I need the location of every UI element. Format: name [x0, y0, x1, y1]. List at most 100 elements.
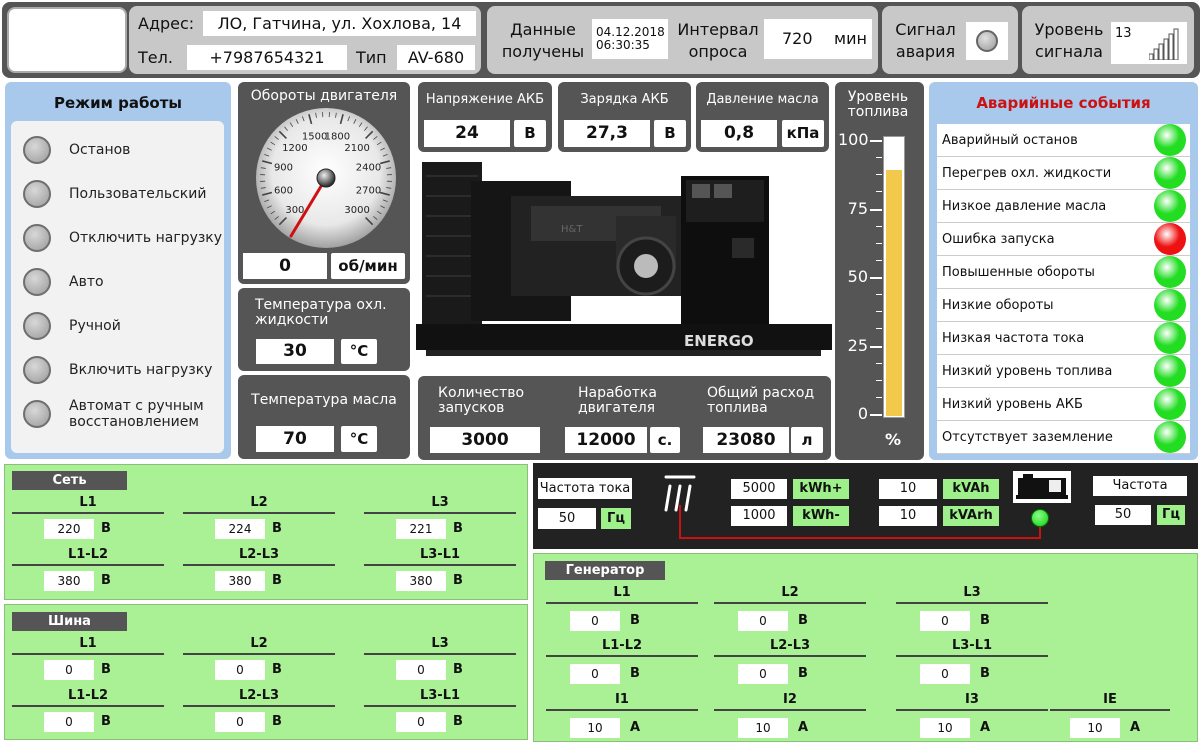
net-unit: В: [101, 521, 111, 536]
fuel-tick-mark: [870, 277, 882, 279]
generator-icon: [1013, 471, 1071, 503]
oil-temp-unit: °C: [341, 426, 377, 452]
mode-lamp[interactable]: [23, 312, 51, 340]
bus-value: 0: [44, 712, 94, 732]
rpm-gauge: 300 600 900 1200150018002100 2400 2700 3000: [256, 108, 396, 248]
event-status-led: [1154, 289, 1186, 321]
mode-option[interactable]: Пользовательский: [11, 172, 224, 216]
alarm-signal-label: Сигнал авария: [895, 20, 956, 61]
mode-option-label: Включить нагрузку: [69, 362, 213, 378]
event-status-led: [1154, 421, 1186, 453]
mode-lamp[interactable]: [23, 180, 51, 208]
battery-voltage-title: Напряжение АКБ: [425, 92, 545, 107]
net-unit: В: [453, 521, 463, 536]
phone-value: +7987654321: [187, 45, 347, 70]
mode-lamp[interactable]: [23, 136, 51, 164]
event-status-led: [1154, 256, 1186, 288]
oil-pressure-title: Давление масла: [706, 92, 819, 107]
fuel-level-title: Уровень топлива: [847, 89, 909, 120]
mode-option-label: Пользовательский: [69, 186, 207, 202]
rpm-tick-label: 600: [274, 185, 293, 196]
event-label: Низкая частота тока: [942, 330, 1085, 346]
event-row: Низкий уровень топлива: [937, 355, 1190, 388]
bus-value: 0: [396, 712, 446, 732]
mode-option[interactable]: Включить нагрузку: [11, 348, 224, 392]
rpm-tick-label: 300: [285, 205, 304, 216]
event-row: Отсутствует заземление: [937, 421, 1190, 454]
freq-right-unit: Гц: [1157, 505, 1185, 525]
starts-value: 3000: [430, 427, 540, 453]
mode-lamp[interactable]: [23, 356, 51, 384]
generator-header: L2: [714, 585, 866, 604]
generator-unit: А: [1130, 720, 1141, 735]
bus-header: L2-L3: [183, 688, 335, 707]
generator-brand: ENERGO: [684, 332, 754, 350]
net-value: 220: [44, 519, 94, 539]
generator-unit: В: [798, 666, 808, 681]
gen-status-led: [1031, 509, 1049, 527]
data-received-box: 04.12.2018 06:30:35: [592, 19, 668, 59]
generator-header: L1-L2: [546, 638, 698, 657]
fuel-tick-mark: [870, 345, 882, 348]
mode-option-label: Останов: [69, 142, 131, 158]
event-status-led: [1154, 355, 1186, 387]
generator-header: I3: [896, 692, 1048, 711]
generator-unit: А: [798, 720, 809, 735]
address-value: ЛО, Гатчина, ул. Хохлова, 14: [203, 11, 476, 36]
event-row: Повышенные обороты: [937, 256, 1190, 289]
mode-lamp[interactable]: [23, 400, 51, 428]
event-status-led: [1154, 157, 1186, 189]
fuel-tick-mark: [870, 140, 882, 142]
generator-value: 10: [738, 718, 788, 738]
freq-right-value: 50: [1095, 505, 1151, 525]
mode-lamp[interactable]: [23, 224, 51, 252]
generator-value: 0: [920, 664, 970, 684]
mode-option[interactable]: Останов: [11, 128, 224, 172]
rpm-title: Обороты двигателя: [250, 88, 398, 104]
signal-level-label: Уровень сигнала: [1034, 20, 1104, 61]
rpm-tick-label: 1200: [282, 143, 307, 154]
mode-option[interactable]: Авто: [11, 260, 224, 304]
kwh-plus-unit: kWh+: [793, 479, 849, 499]
runtime-value: 12000: [565, 427, 647, 453]
generator-unit: В: [630, 666, 640, 681]
bus-value: 0: [215, 712, 265, 732]
rpm-tick-label: 3000: [344, 205, 369, 216]
fuel-minor-tick: [876, 362, 882, 364]
generator-value: 10: [1070, 718, 1120, 738]
rpm-tick-label: 1500: [302, 131, 327, 142]
rpm-tick-label: 2700: [356, 185, 381, 196]
event-label: Повышенные обороты: [942, 264, 1095, 280]
fuel-tick-label: 0: [857, 404, 868, 423]
bus-unit: В: [101, 662, 111, 677]
generator-title: Генератор: [545, 561, 665, 580]
fuel-minor-tick: [876, 191, 882, 192]
fuel-minor-tick: [876, 379, 882, 381]
generator-header: L3-L1: [896, 638, 1048, 657]
battery-voltage-unit: В: [514, 120, 546, 147]
fuel-ticks: 100 75 50 25 0: [838, 130, 884, 430]
net-value: 221: [396, 519, 446, 539]
generator-value: 0: [570, 664, 620, 684]
fuel-tick-label: 100: [838, 130, 869, 149]
event-status-led: [1154, 124, 1186, 156]
net-header: L2-L3: [183, 547, 335, 566]
generator-unit: В: [980, 666, 990, 681]
fuel-gauge: [883, 136, 905, 418]
events-title: Аварийные события: [976, 94, 1151, 112]
bus-unit: В: [453, 714, 463, 729]
fuel-minor-tick: [876, 328, 882, 329]
mode-lamp[interactable]: [23, 268, 51, 296]
bus-unit: В: [101, 714, 111, 729]
phone-label: Тел.: [138, 48, 173, 67]
fuel-tick-label: 50: [847, 267, 868, 286]
mode-option[interactable]: Автомат с ручным восстановлением: [11, 392, 224, 436]
generator-value: 0: [738, 611, 788, 631]
mode-option[interactable]: Отключить нагрузку: [11, 216, 224, 260]
type-label: Тип: [356, 48, 387, 67]
mode-option-label: Отключить нагрузку: [69, 230, 223, 246]
coolant-value: 30: [256, 339, 334, 364]
event-row: Низкий уровень АКБ: [937, 388, 1190, 421]
battery-charge-title: Зарядка АКБ: [580, 92, 669, 107]
mode-option[interactable]: Ручной: [11, 304, 224, 348]
